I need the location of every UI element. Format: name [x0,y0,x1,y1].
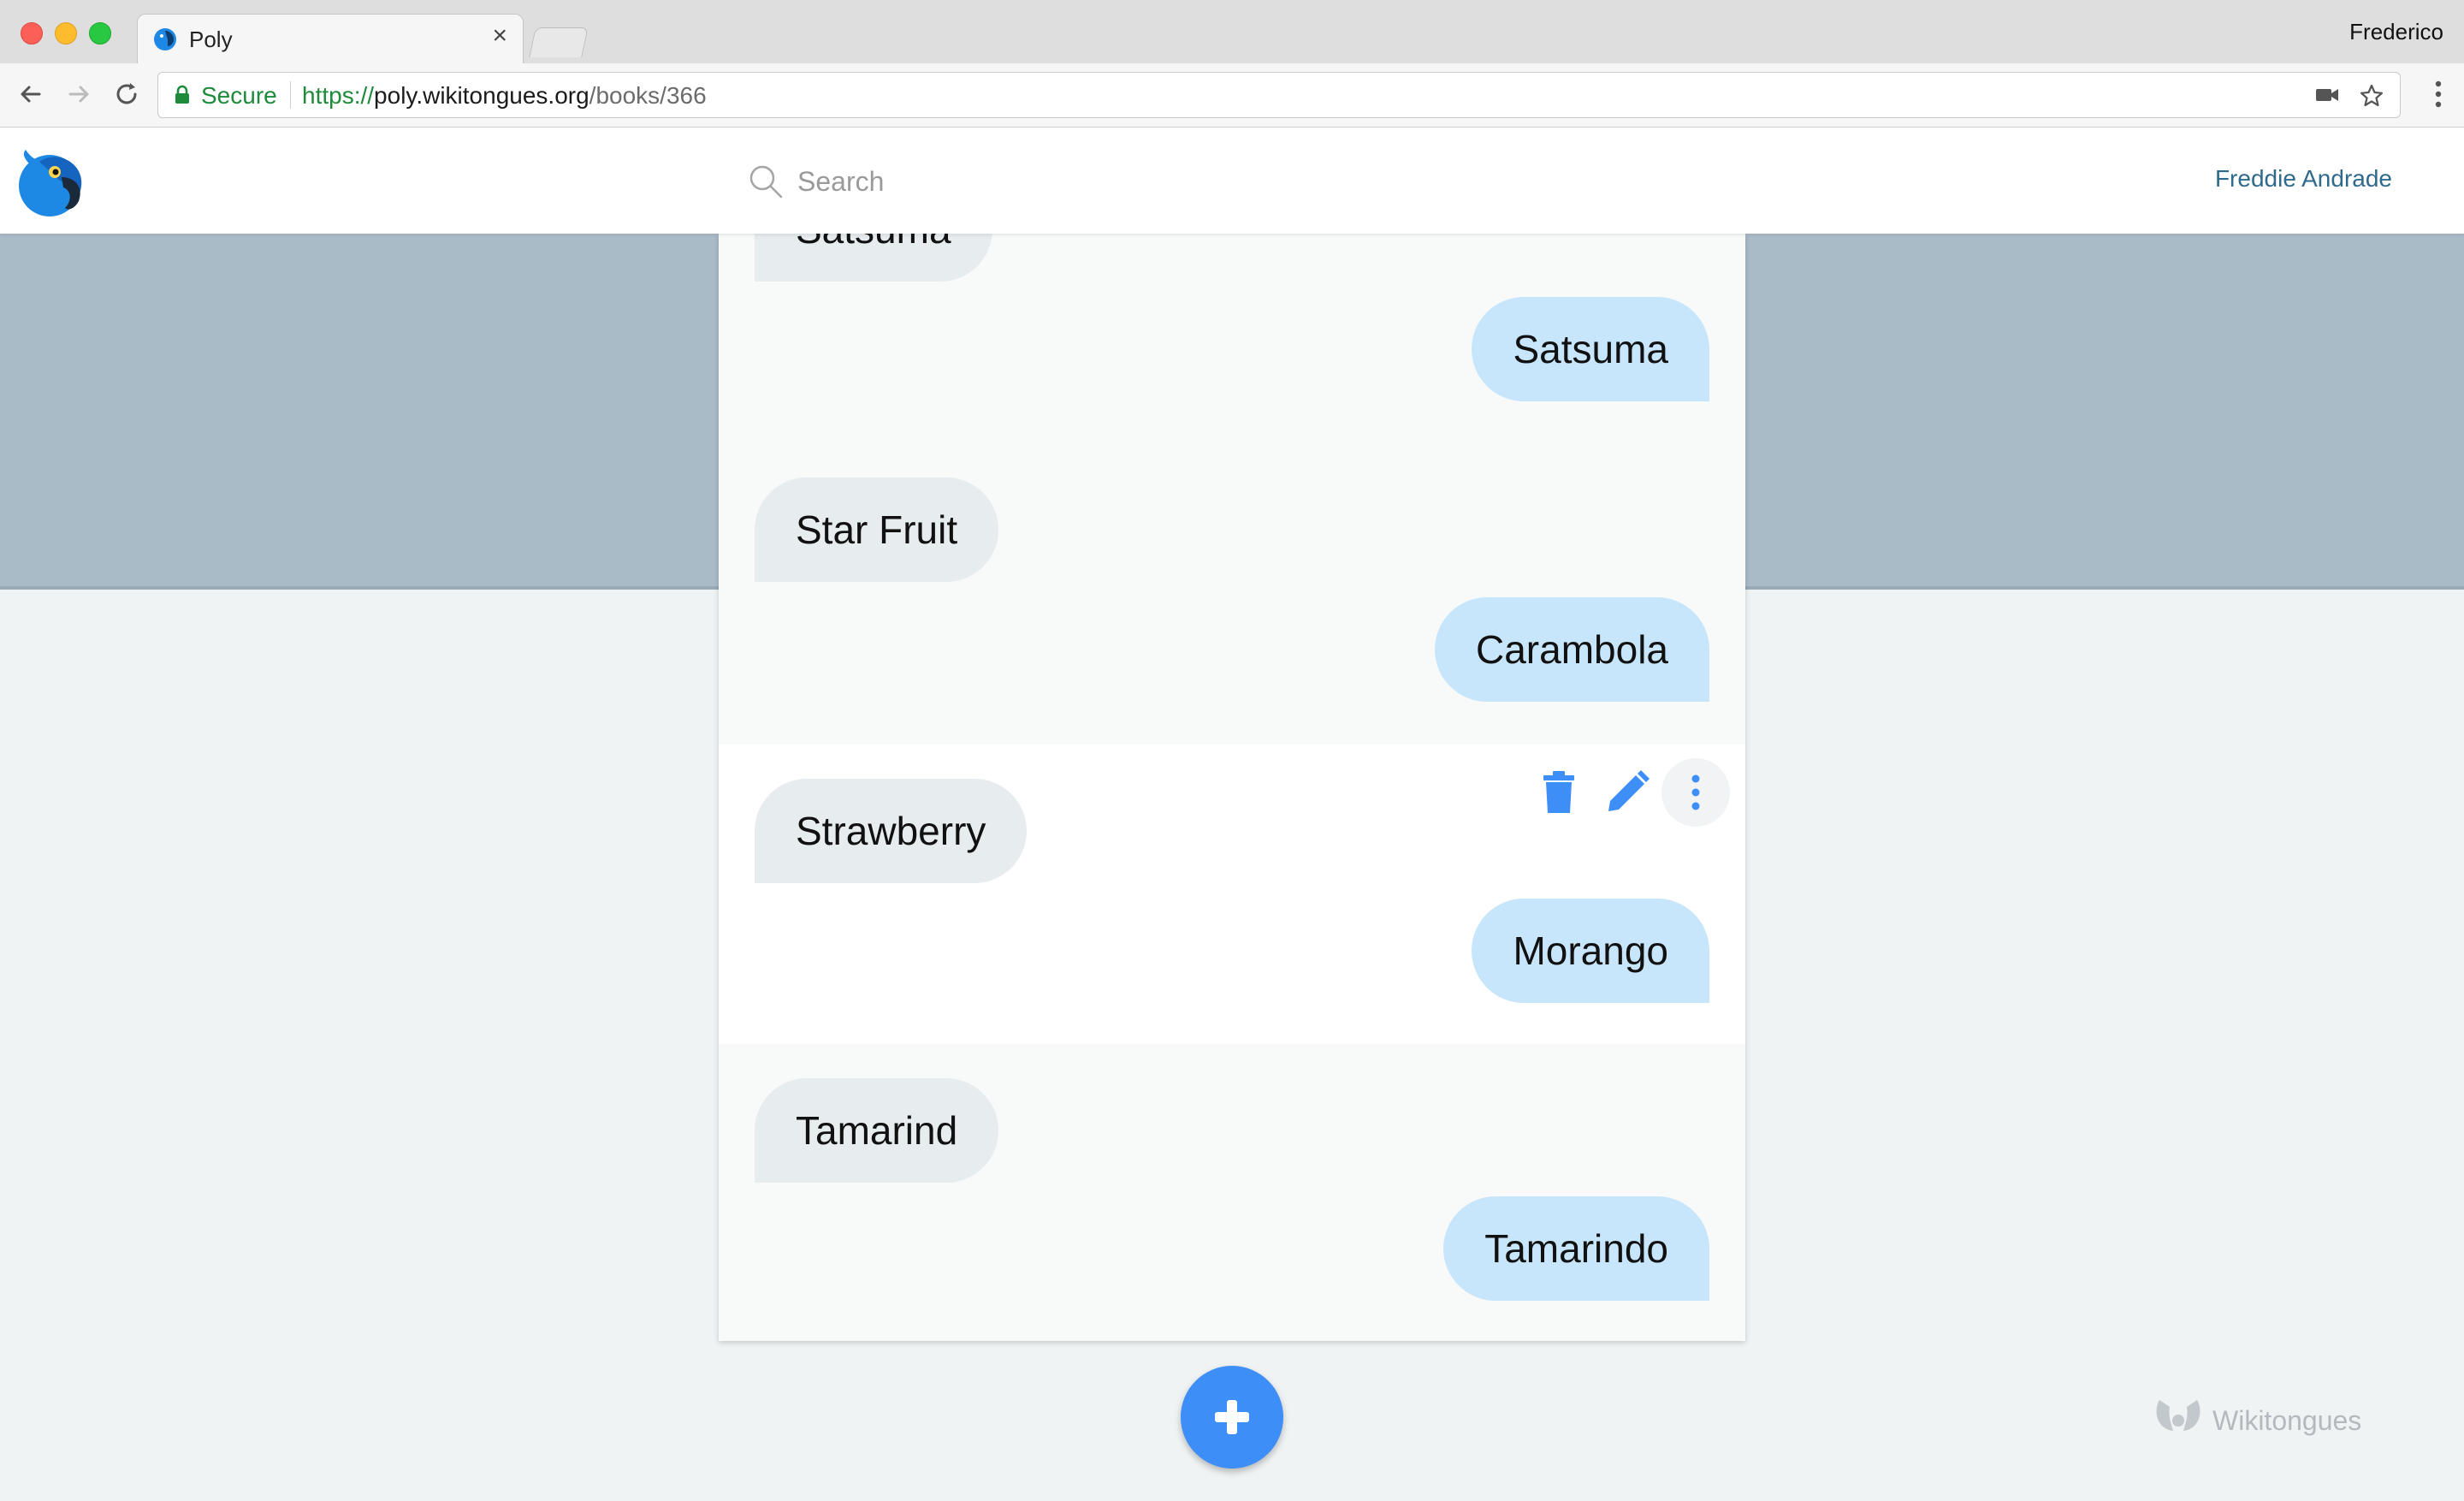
minimize-window-button[interactable] [55,22,77,44]
parrot-favicon-icon [154,28,176,50]
address-separator [290,81,291,109]
pencil-icon [1608,770,1650,811]
tab-close-icon[interactable]: × [492,23,507,49]
maximize-window-button[interactable] [89,22,111,44]
phrase-entry[interactable]: Tamarind Tamarindo [719,1044,1745,1341]
url-text[interactable]: https://poly.wikitongues.org/books/366 [302,82,707,110]
browser-tab-bar: Poly × Frederico [0,0,2464,64]
url-scheme: https:// [302,82,375,109]
more-vert-icon [1691,774,1700,810]
source-phrase-bubble: Strawberry [755,779,1028,883]
phrase-entry[interactable]: Satsuma Satsuma [719,234,1745,401]
new-tab-button[interactable] [529,27,589,57]
forward-arrow-icon[interactable] [62,77,96,111]
url-path: /books/366 [589,82,707,109]
close-window-button[interactable] [21,22,43,44]
search-input[interactable] [796,162,1312,201]
back-arrow-icon[interactable] [14,77,48,111]
search-icon [749,165,783,199]
camera-icon[interactable] [2314,83,2340,107]
delete-entry-button[interactable] [1525,758,1593,827]
footer-brand[interactable]: Wikitongues [2212,1405,2361,1437]
wikitongues-logo-icon[interactable] [2153,1395,2204,1436]
edit-entry-button[interactable] [1593,758,1661,827]
source-phrase-bubble: Star Fruit [755,478,999,582]
reload-icon[interactable] [110,77,144,111]
source-phrase-bubble: Satsuma [755,234,992,282]
phrasebook-card: Satsuma Satsuma Star Fruit Carambola Str… [719,234,1745,1341]
lock-icon [175,85,189,104]
tab-title: Poly [189,27,233,52]
address-bar[interactable]: Secure https://poly.wikitongues.org/book… [157,72,2401,118]
app-header: Freddie Andrade [0,128,2464,234]
trash-icon [1543,771,1574,813]
source-phrase-bubble: Tamarind [755,1078,999,1183]
more-options-button[interactable] [1661,758,1730,827]
user-account-link[interactable]: Freddie Andrade [2215,165,2392,193]
browser-menu-icon[interactable] [2433,79,2443,110]
bookmark-star-icon[interactable] [2359,83,2384,109]
secure-label: Secure [201,82,277,109]
browser-toolbar: Secure https://poly.wikitongues.org/book… [0,63,2464,128]
phrase-entry[interactable]: Star Fruit Carambola [719,383,1745,702]
browser-profile-name[interactable]: Frederico [2349,19,2443,45]
translation-bubble: Tamarindo [1443,1196,1709,1301]
url-host: poly.wikitongues.org [374,82,589,109]
translation-bubble: Carambola [1435,597,1709,702]
poly-parrot-logo-icon[interactable] [15,146,87,218]
browser-tab-poly[interactable]: Poly × [137,14,524,64]
plus-icon [1215,1400,1249,1434]
add-entry-button[interactable] [1181,1366,1283,1468]
translation-bubble: Morango [1472,899,1709,1003]
phrase-entry-active[interactable]: Strawberry Morango [719,745,1745,1044]
